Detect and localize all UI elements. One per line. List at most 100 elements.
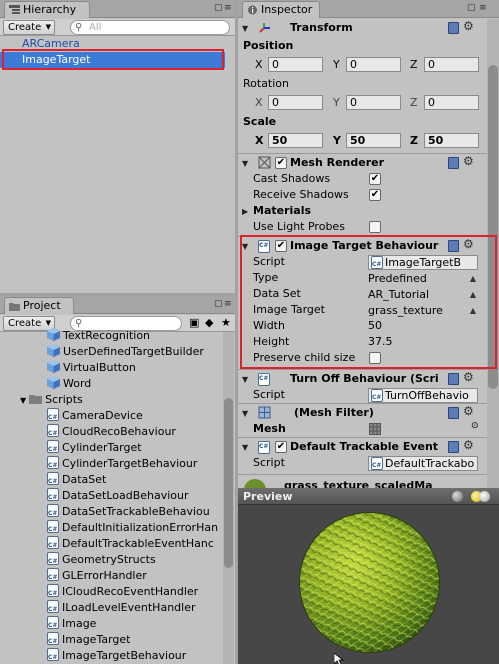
gear-icon[interactable]: ⚙ [463,438,474,452]
dataset-dropdown[interactable]: AR_Tutorial ▲ [368,287,476,302]
list-item[interactable]: Image [47,616,96,634]
list-item[interactable]: ImageTargetBehaviour [47,648,186,664]
list-item[interactable]: DefaultTrackableEventHanc [47,536,214,554]
gear-icon[interactable]: ⚙ [463,370,474,384]
tab-project[interactable]: Project [4,297,74,314]
list-item[interactable]: TextRecognition [47,328,150,344]
panel-menu-icon[interactable]: ≡ [224,299,232,309]
list-item[interactable]: DataSetLoadBehaviour [47,488,189,506]
hierarchy-item-imagetarget[interactable]: ImageTarget [0,52,225,68]
type-dropdown[interactable]: Predefined ▲ [368,271,476,286]
image-target-label: Image Target [253,303,325,316]
receive-shadows-checkbox[interactable]: ✔ [369,189,381,201]
updown-arrow-icon: ▲ [469,274,476,283]
project-scrollbar[interactable] [223,332,234,664]
position-z-field[interactable]: 0 [424,57,479,72]
info-icon [248,5,257,15]
panel-menu-icon[interactable]: ≡ [224,3,232,13]
gear-icon[interactable]: ⚙ [463,237,474,251]
help-book-icon[interactable] [448,441,459,453]
fold-arrow-icon[interactable]: ▼ [242,443,248,452]
mesh-renderer-component: ▼ ✔ Mesh Renderer ⚙ Cast Shadows ✔ Recei… [238,153,487,235]
hierarchy-item-arcamera[interactable]: ARCamera [0,36,235,52]
gear-icon[interactable]: ⚙ [463,154,474,168]
hierarchy-search-input[interactable]: ⚲ All [70,20,230,35]
material-row[interactable]: grass_texture_scaledMa [238,474,487,488]
lock-icon[interactable]: ▢ [467,3,476,13]
position-label: Position [243,39,294,52]
list-item-folder[interactable]: ▼ Scripts [20,392,83,408]
height-value[interactable]: 37.5 [368,334,393,350]
rotation-x-field[interactable]: 0 [268,95,323,110]
grass-sphere-preview[interactable] [298,511,441,654]
help-book-icon[interactable] [448,373,459,385]
materials-fold-icon[interactable]: ▶ [242,207,248,216]
position-x-field[interactable]: 0 [268,57,323,72]
gear-icon[interactable]: ⚙ [463,404,474,418]
lock-icon[interactable]: ▢ [214,299,223,309]
preserve-child-size-checkbox[interactable] [369,352,381,364]
tab-inspector[interactable]: Inspector [242,1,320,18]
help-book-icon[interactable] [448,407,459,419]
inspector-scrollbar[interactable] [487,19,499,488]
list-item[interactable]: CloudRecoBehaviour [47,424,176,442]
fold-arrow-icon[interactable]: ▼ [242,159,248,168]
fold-arrow-icon[interactable]: ▼ [242,409,248,418]
scale-x-field[interactable]: 50 [268,133,323,148]
material-name: grass_texture_scaledMa [284,479,433,488]
fold-arrow-icon[interactable]: ▼ [242,24,248,33]
list-item[interactable]: CylinderTarget [47,440,142,458]
scale-z-field[interactable]: 50 [424,133,479,148]
list-item[interactable]: UserDefinedTargetBuilder [47,344,204,360]
tab-hierarchy[interactable]: Hierarchy [4,1,90,18]
fold-arrow-icon[interactable]: ▼ [242,242,248,251]
search-icon: ⚲ [75,22,83,33]
fold-arrow-icon[interactable]: ▼ [242,375,248,384]
list-item[interactable]: CylinderTargetBehaviour [47,456,197,474]
default-trackable-enabled-checkbox[interactable]: ✔ [275,441,287,453]
help-book-icon[interactable] [448,157,459,169]
list-item[interactable]: CameraDevice [47,408,143,426]
list-item[interactable]: DefaultInitializationErrorHan [47,520,218,538]
object-picker-icon[interactable]: ⊙ [471,421,479,431]
rotation-y-field[interactable]: 0 [346,95,401,110]
image-target-enabled-checkbox[interactable]: ✔ [275,240,287,252]
cast-shadows-checkbox[interactable]: ✔ [369,173,381,185]
script-icon [371,457,383,470]
list-item[interactable]: ILoadLevelEventHandler [47,600,196,618]
panel-menu-icon[interactable]: ≡ [479,3,487,13]
hierarchy-create-button[interactable]: Create ▼ [3,20,55,35]
image-target-dropdown[interactable]: grass_texture ▲ [368,303,476,318]
list-item[interactable]: Word [47,376,91,392]
script-icon [371,256,383,269]
list-item[interactable]: ICloudRecoEventHandler [47,584,198,602]
axis-z-label: Z [410,96,418,109]
position-y-field[interactable]: 0 [346,57,401,72]
script-label: Script [253,456,285,469]
list-item[interactable]: GeometryStructs [47,552,156,570]
script-icon [47,552,59,570]
use-light-probes-checkbox[interactable] [369,221,381,233]
list-item[interactable]: DataSet [47,472,106,490]
rotation-z-field[interactable]: 0 [424,95,479,110]
width-value[interactable]: 50 [368,318,382,334]
help-book-icon[interactable] [448,240,459,252]
sphere-preview-icon[interactable] [452,491,463,502]
light-toggle-icon-2[interactable] [479,491,490,502]
list-item[interactable]: DataSetTrackableBehaviou [47,504,210,522]
default-trackable-script-field[interactable]: DefaultTrackabo [368,456,478,471]
favorite-icon[interactable]: ★ [221,316,231,329]
scale-y-field[interactable]: 50 [346,133,401,148]
lock-icon[interactable]: ▢ [214,3,223,13]
script-object-field[interactable]: ImageTargetB [368,255,478,270]
gear-icon[interactable]: ⚙ [463,19,474,33]
inspector-scrollbar-thumb[interactable] [488,65,498,389]
help-book-icon[interactable] [448,22,459,34]
list-item[interactable]: GLErrorHandler [47,568,147,586]
list-item[interactable]: VirtualButton [47,360,136,376]
mesh-renderer-enabled-checkbox[interactable]: ✔ [275,157,287,169]
list-item[interactable]: ImageTarget [47,632,130,650]
project-scrollbar-thumb[interactable] [224,398,233,568]
turn-off-script-field[interactable]: TurnOffBehavio [368,388,478,403]
expand-arrow-icon[interactable]: ▼ [20,396,26,405]
